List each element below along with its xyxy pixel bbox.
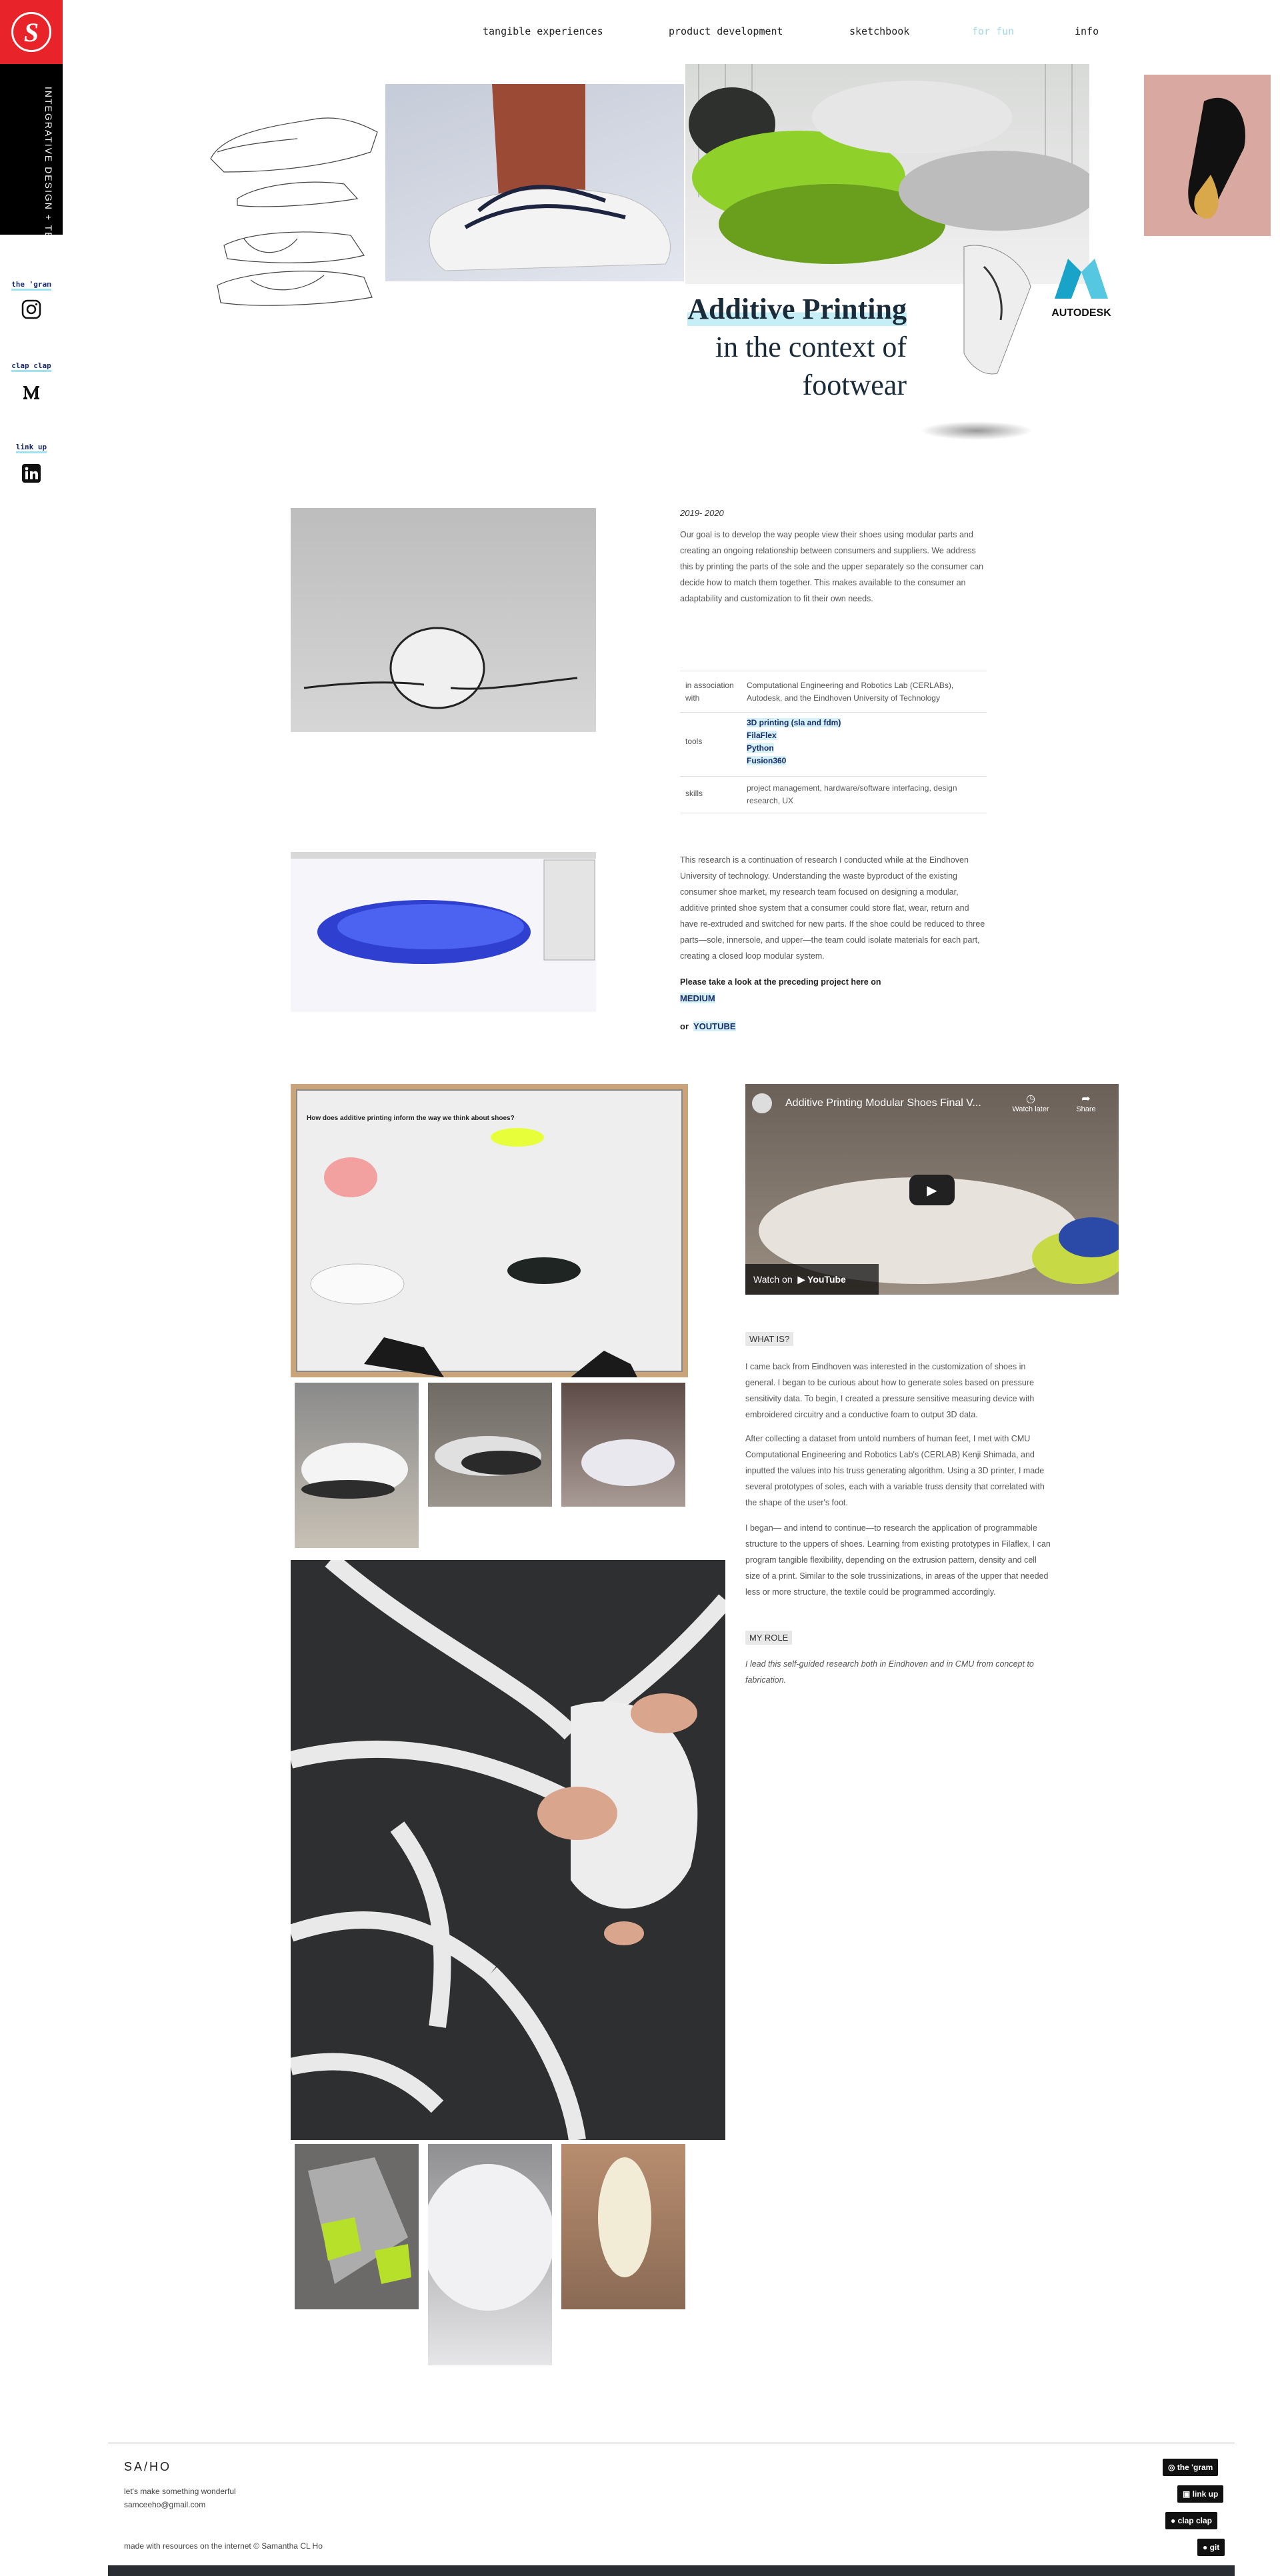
linkedin-icon[interactable] [21,463,42,484]
association-label: in association with [685,681,734,703]
knit-texture-photo [428,2144,552,2365]
share-button[interactable]: ➦ Share [1069,1092,1103,1113]
tools-label: tools [685,737,703,746]
hero-title-block: Additive Printing in the context of foot… [673,292,907,402]
video-title[interactable]: Additive Printing Modular Shoes Final V.… [785,1097,981,1109]
footer-brand[interactable]: SA/HO [124,2460,171,2474]
my-role-heading: MY ROLE [745,1631,793,1645]
tool-item[interactable]: Fusion360 [747,756,787,765]
green-upper-photo [295,2144,419,2309]
hero-woven-shoe-photo [385,84,684,281]
insole-in-hand-photo [561,2144,685,2309]
share-icon: ➦ [1081,1093,1091,1105]
youtube-video-embed[interactable]: Additive Printing Modular Shoes Final V.… [745,1084,1119,1295]
modular-shoe-photo [291,508,596,732]
nav-product-development[interactable]: product development [669,25,783,37]
nav-info[interactable]: info [1075,25,1099,37]
tool-item[interactable]: Python [747,743,774,753]
play-icon: ▶ [927,1183,937,1198]
youtube-link[interactable]: YOUTUBE [693,1021,736,1031]
footer-medium-button[interactable]: ● clap clap [1165,2512,1217,2529]
research-paragraph: This research is a continuation of resea… [680,855,985,961]
nav-sketchbook[interactable]: sketchbook [849,25,909,37]
nav-for-fun[interactable]: for fun [972,25,1014,37]
page-subtitle-line2: footwear [802,369,907,401]
instagram-icon: ◎ [1168,2463,1177,2472]
shoe-sketches-image [210,117,378,306]
autodesk-wordmark: AUTODESK [1051,307,1111,319]
sidebar-link-medium[interactable]: clap clap [0,361,63,372]
footer-email[interactable]: samceeho@gmail.com [124,2500,205,2509]
truss-closeup-photo [291,1560,725,2140]
intro-paragraph: Our goal is to develop the way people vi… [680,530,984,603]
details-row-association: in association with Computational Engine… [680,671,987,712]
project-date: 2019- 2020 [680,508,724,518]
tools-list: 3D printing (sla and fdm) FilaFlex Pytho… [747,717,987,767]
what-is-paragraph-1: I came back from Eindhoven was intereste… [745,1362,1035,1419]
skills-value: project management, hardware/software in… [747,783,957,805]
my-role-paragraph: I lead this self-guided research both in… [745,1659,1034,1685]
preceding-project-text: Please take a look at the preceding proj… [680,977,881,987]
watch-later-button[interactable]: ◷ Watch later [1011,1092,1051,1113]
medium-icon[interactable] [21,381,42,403]
medium-icon: ● [1171,2516,1178,2525]
medium-link[interactable]: MEDIUM [680,993,715,1003]
what-is-paragraph-2: After collecting a dataset from untold n… [745,1434,1045,1507]
what-is-heading: WHAT IS? [745,1332,794,1346]
instagram-icon[interactable] [21,299,42,320]
what-is-paragraph-3: I began— and intend to continue—to resea… [745,1523,1051,1597]
sidebar-link-linkedin[interactable]: link up [0,443,63,453]
nav-tangible-experiences[interactable]: tangible experiences [483,25,603,37]
play-button[interactable]: ▶ [909,1175,955,1205]
footer-tagline: let's make something wonderful [124,2487,236,2496]
association-value: Computational Engineering and Robotics L… [747,681,954,703]
autodesk-logo-icon: AUTODESK [1051,259,1111,319]
hero-shadow [920,421,1033,440]
clock-icon: ◷ [1026,1093,1035,1105]
footer-instagram-button[interactable]: ◎ the 'gram [1163,2459,1219,2476]
cad-software-screenshot [291,852,596,1012]
channel-avatar[interactable] [752,1093,772,1113]
skills-label: skills [685,789,703,798]
research-poster-photo: How does additive printing inform the wa… [291,1084,688,1377]
page-subtitle-line1: in the context of [715,331,907,363]
footer-github-button[interactable]: ● git [1197,2539,1225,2556]
tool-item[interactable]: FilaFlex [747,731,777,740]
github-icon: ● [1203,2543,1210,2552]
or-text: or [680,1021,689,1031]
hand-held-shoe-photo [295,1383,419,1548]
sidebar-vertical-text: INTEGRATIVE DESIGN + TECHNOLOGY [43,87,54,304]
youtube-logo-icon: ▶ YouTube [797,1273,846,1285]
hero-gold-sole-photo [1144,75,1271,236]
details-row-skills: skills project management, hardware/soft… [680,776,987,813]
sidebar-link-instagram[interactable]: the 'gram [0,280,63,291]
flexible-sole-photo [561,1383,685,1507]
hero-sneaker-cutout [944,240,1037,380]
shoe-lineup-photo [428,1383,552,1507]
linkedin-icon: ▣ [1183,2489,1193,2499]
footer-linkedin-button[interactable]: ▣ link up [1177,2485,1224,2503]
details-row-tools: tools 3D printing (sla and fdm) FilaFlex… [680,712,987,776]
tool-item[interactable]: 3D printing (sla and fdm) [747,718,841,727]
logo-box[interactable]: S [0,0,63,64]
footer-credit: made with resources on the internet © Sa… [124,2541,323,2551]
page-title: Additive Printing [687,292,907,326]
watch-on-youtube-button[interactable]: Watch on ▶ YouTube [745,1264,879,1295]
logo-icon[interactable]: S [11,12,51,52]
footer-bottom-bar [108,2565,1235,2576]
